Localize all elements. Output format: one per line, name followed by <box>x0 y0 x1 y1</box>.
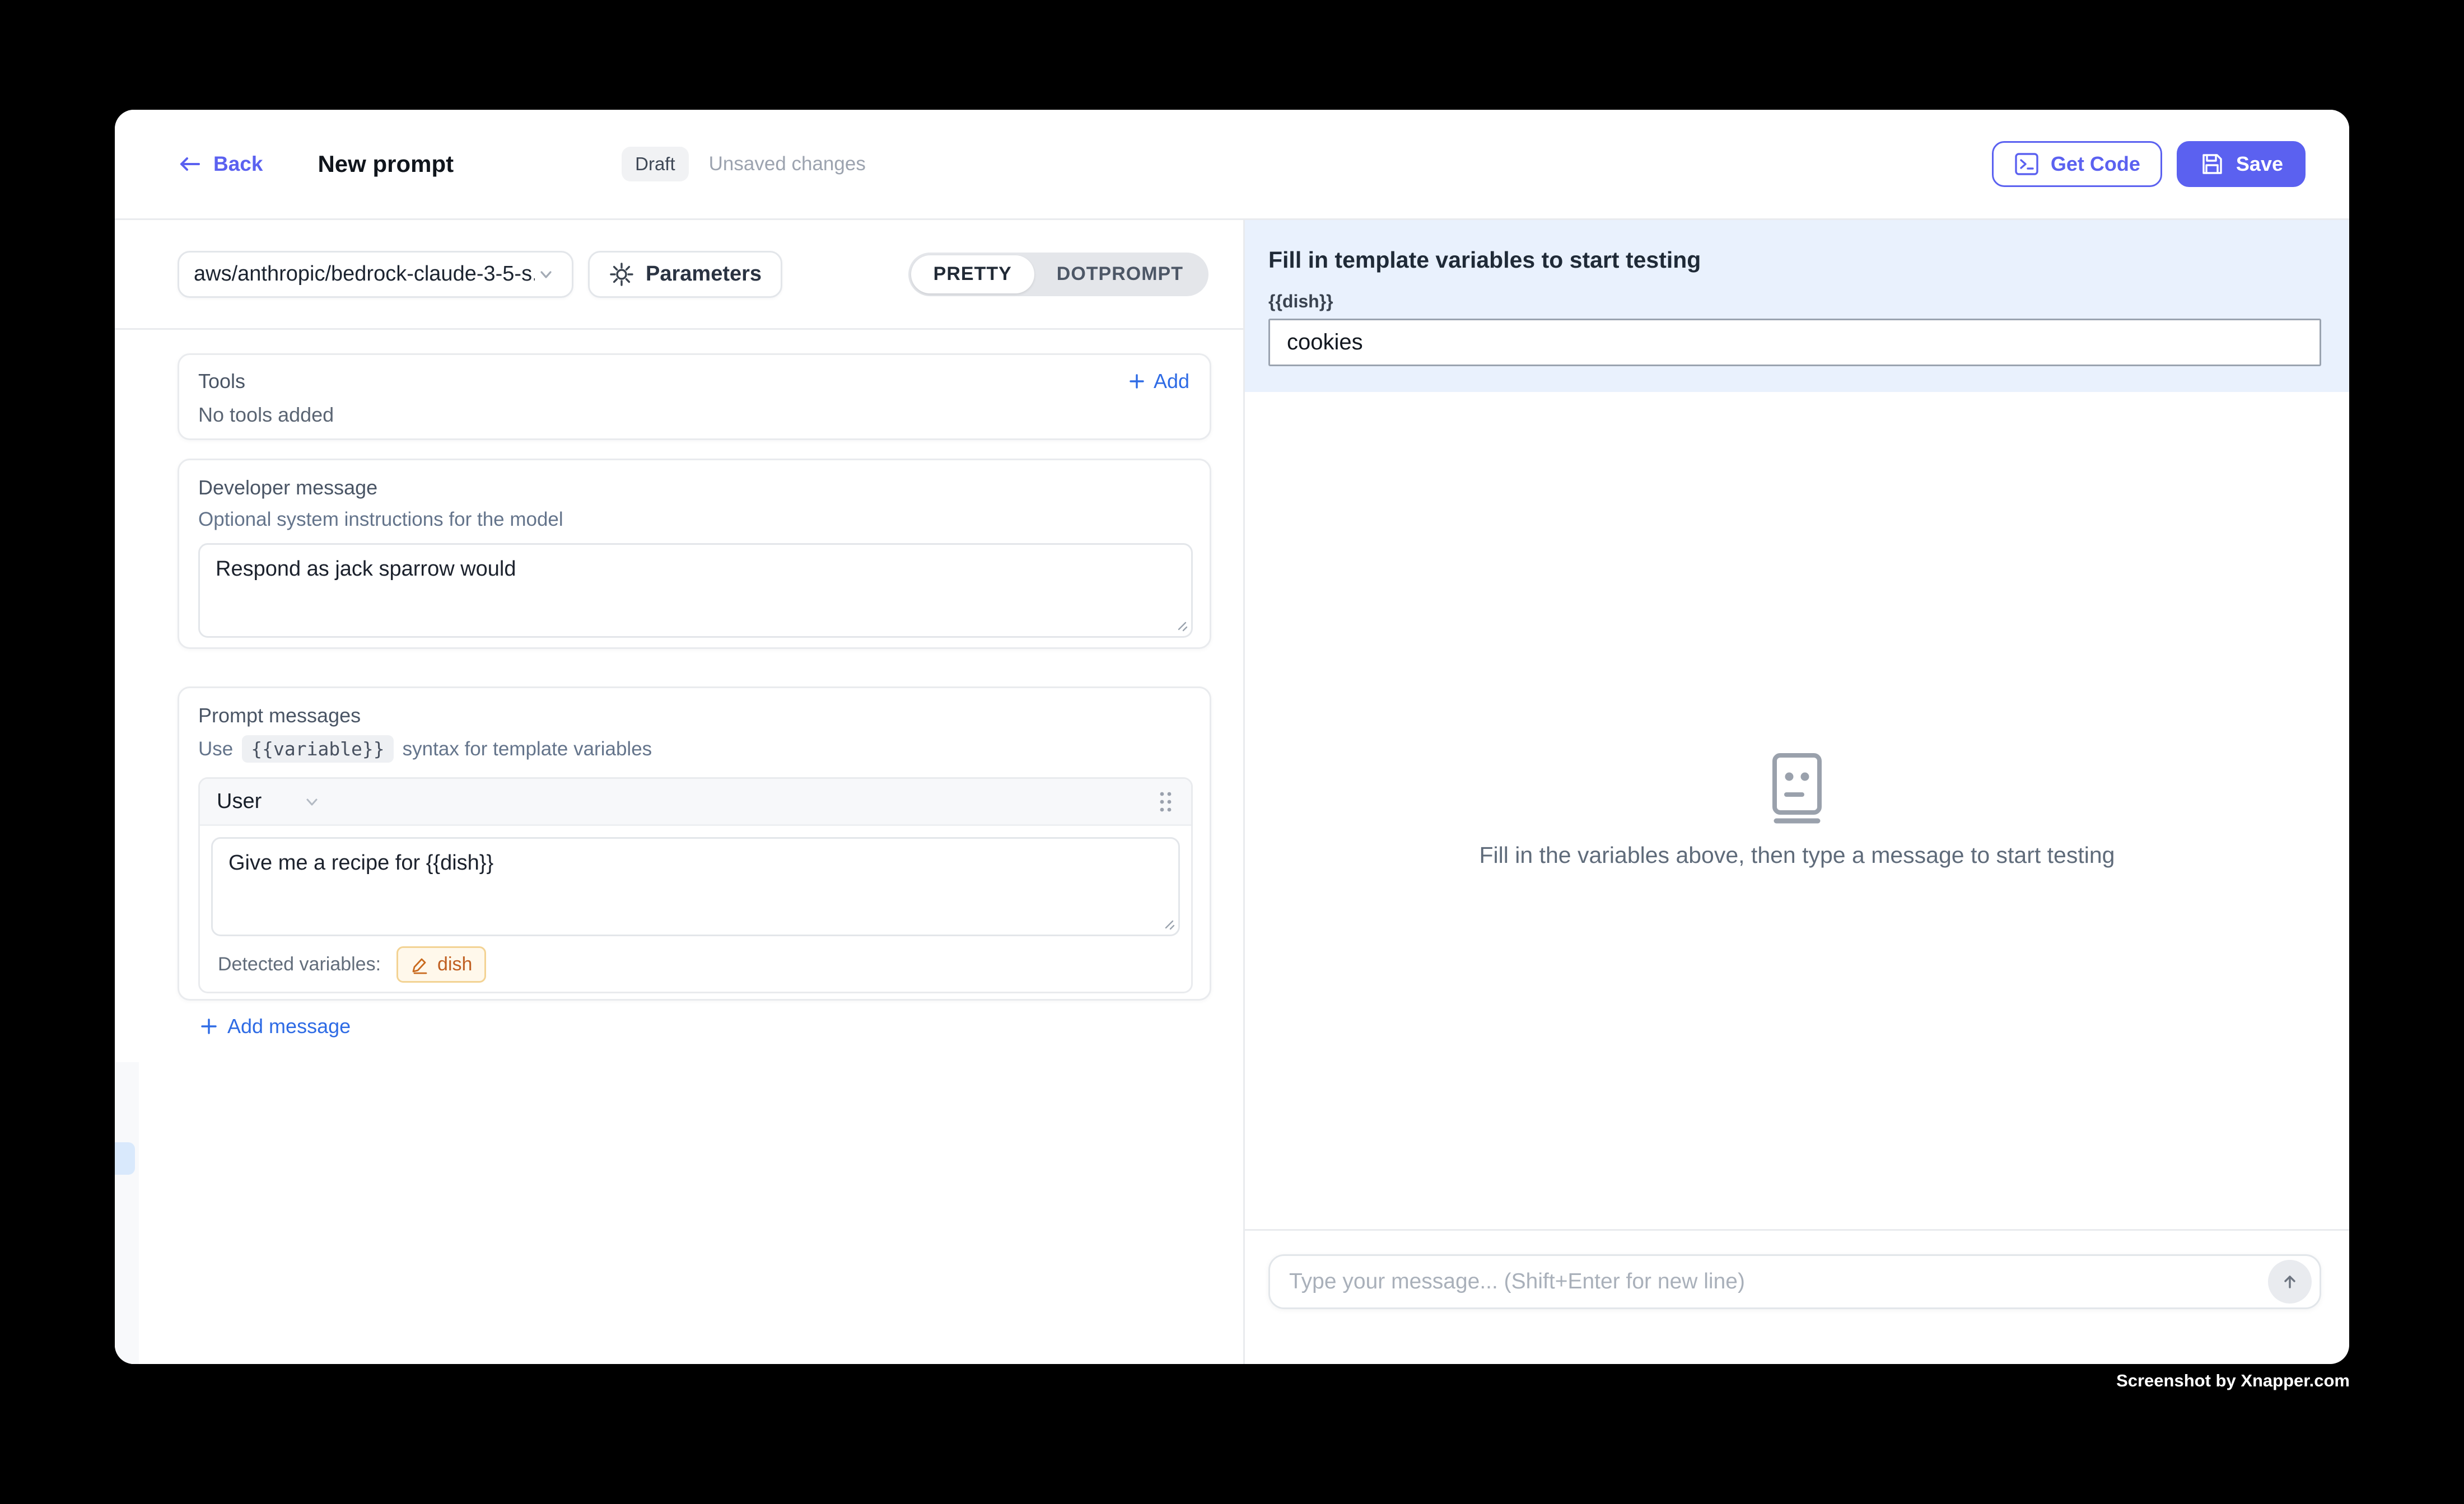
tools-empty-text: No tools added <box>198 403 1189 427</box>
message-body: Give me a recipe for {{dish}} Detected v… <box>200 826 1191 992</box>
add-message-button[interactable]: Add message <box>198 1015 351 1038</box>
back-label: Back <box>213 152 263 176</box>
save-floppy-icon <box>2199 151 2225 177</box>
header: Back New prompt Draft Unsaved changes Ge… <box>115 110 2349 220</box>
tester-title: Fill in template variables to start test… <box>1268 247 2321 273</box>
variable-syntax-hint: Use {{variable}} syntax for template var… <box>198 735 1193 763</box>
message-role-select[interactable]: User <box>217 790 323 814</box>
hint-suffix: syntax for template variables <box>403 738 652 760</box>
variable-chip-dish[interactable]: dish <box>396 946 486 983</box>
parameters-label: Parameters <box>646 262 762 286</box>
resize-handle-icon[interactable] <box>1174 618 1188 632</box>
tester-panel: Fill in template variables to start test… <box>1245 220 2349 1364</box>
editor-panel: aws/anthropic/bedrock-claude-3-5-s... <box>115 220 1245 1364</box>
prompt-editor-window: Back New prompt Draft Unsaved changes Ge… <box>115 110 2349 1364</box>
body-split: aws/anthropic/bedrock-claude-3-5-s... <box>115 220 2349 1364</box>
send-button[interactable] <box>2268 1260 2312 1304</box>
save-button[interactable]: Save <box>2177 141 2306 187</box>
add-message-label: Add message <box>227 1015 351 1038</box>
developer-message-title: Developer message <box>198 476 1193 499</box>
page-title: New prompt <box>318 151 454 178</box>
detected-variables-row: Detected variables: dish <box>211 946 1180 983</box>
tools-title: Tools <box>198 370 245 393</box>
variable-value-input[interactable] <box>1268 319 2321 366</box>
message-role-value: User <box>217 790 262 814</box>
gear-icon <box>609 261 634 287</box>
parameters-button[interactable]: Parameters <box>588 251 782 298</box>
developer-message-textarea[interactable]: Respond as jack sparrow would <box>198 543 1193 638</box>
model-select-value: aws/anthropic/bedrock-claude-3-5-s... <box>194 262 535 286</box>
toggle-option-pretty[interactable]: PRETTY <box>911 255 1034 293</box>
robot-face-icon <box>1766 753 1828 825</box>
developer-message-subtitle: Optional system instructions for the mod… <box>198 508 1193 531</box>
back-button[interactable]: Back <box>178 152 263 176</box>
toggle-option-dotprompt[interactable]: DOTPROMPT <box>1034 255 1206 293</box>
get-code-button[interactable]: Get Code <box>1992 141 2162 187</box>
tools-card: Tools Add No tools added <box>178 353 1211 440</box>
status-badge: Draft <box>622 147 689 181</box>
get-code-label: Get Code <box>2051 152 2140 176</box>
chat-empty-state: Fill in the variables above, then type a… <box>1245 392 2349 1229</box>
developer-message-card: Developer message Optional system instru… <box>178 459 1211 649</box>
add-tool-button[interactable]: Add <box>1127 370 1189 393</box>
detected-variables-label: Detected variables: <box>218 954 381 975</box>
empty-state-text: Fill in the variables above, then type a… <box>1480 842 2115 868</box>
chat-input-box <box>1268 1254 2321 1309</box>
resize-handle-icon[interactable] <box>1161 916 1175 931</box>
model-select[interactable]: aws/anthropic/bedrock-claude-3-5-s... <box>178 251 573 298</box>
plus-icon <box>1127 371 1147 391</box>
chevron-down-icon <box>535 263 557 286</box>
prompt-messages-title: Prompt messages <box>198 704 1193 727</box>
add-tool-label: Add <box>1154 370 1189 393</box>
plus-icon <box>198 1016 220 1037</box>
message-header: User <box>200 779 1191 826</box>
sidebar-active-item-sliver <box>115 1142 135 1175</box>
pencil-icon <box>410 955 430 975</box>
prompt-messages-card: Prompt messages Use {{variable}} syntax … <box>178 686 1211 1001</box>
header-actions: Get Code Save <box>1992 141 2306 187</box>
unsaved-changes-text: Unsaved changes <box>709 153 866 175</box>
back-arrow-icon <box>178 155 202 174</box>
hint-prefix: Use <box>198 738 233 760</box>
variable-syntax-code: {{variable}} <box>242 735 393 763</box>
template-variables-section: Fill in template variables to start test… <box>1245 220 2349 392</box>
code-terminal-icon <box>2014 151 2040 177</box>
drag-handle-icon[interactable] <box>1156 789 1174 815</box>
send-arrow-icon <box>2279 1271 2301 1293</box>
watermark-text: Screenshot by Xnapper.com <box>2116 1371 2350 1391</box>
variable-chip-label: dish <box>437 954 472 975</box>
chevron-down-icon <box>301 791 323 813</box>
editor-cards: Tools Add No tools added <box>115 330 1243 1001</box>
chat-message-input[interactable] <box>1289 1269 2268 1294</box>
view-mode-toggle: PRETTY DOTPROMPT <box>908 253 1208 296</box>
model-row: aws/anthropic/bedrock-claude-3-5-s... <box>115 220 1243 330</box>
sidebar-sliver <box>115 1062 139 1364</box>
save-label: Save <box>2236 152 2283 176</box>
user-message-textarea[interactable]: Give me a recipe for {{dish}} <box>211 837 1180 936</box>
variable-name-label: {{dish}} <box>1268 291 2321 312</box>
chat-input-section <box>1245 1229 2349 1364</box>
message-block: User <box>198 777 1193 993</box>
